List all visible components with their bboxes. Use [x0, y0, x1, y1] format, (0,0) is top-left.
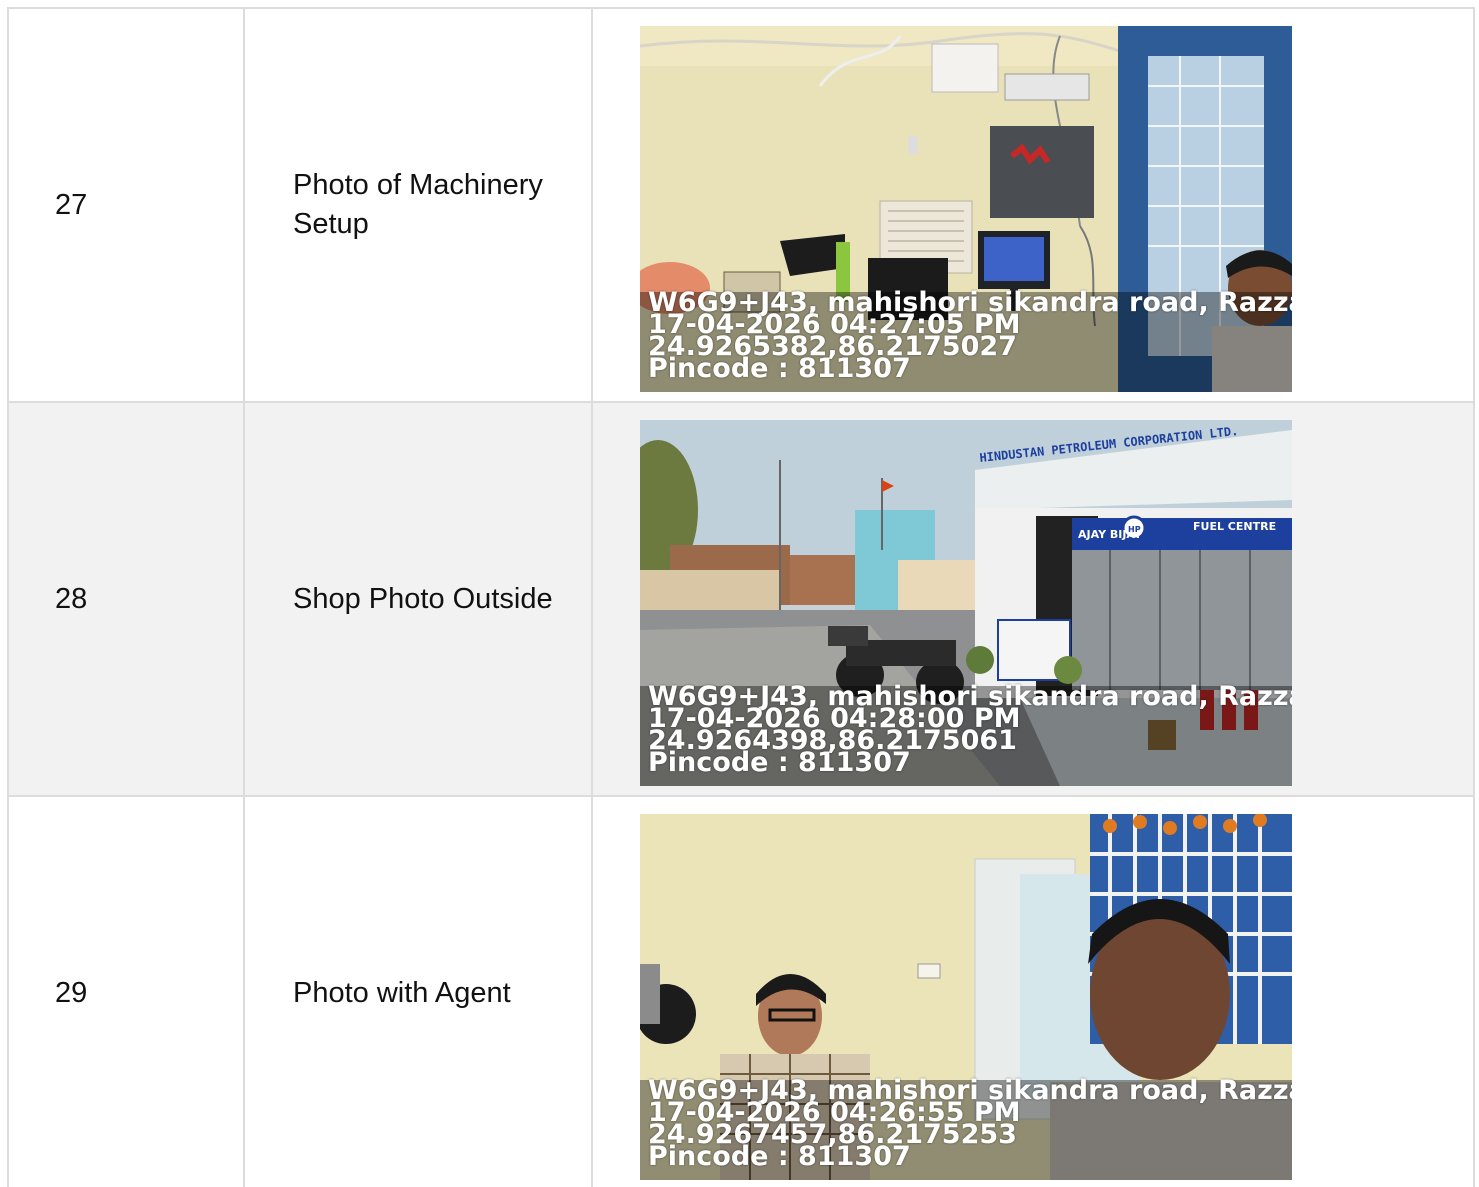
table-row: 28 Shop Photo Outside HINDUSTAN PETROLEU… [7, 401, 1475, 797]
agent-photo[interactable]: W6G9+J43, mahishori sikandra road, Razza… [640, 813, 1292, 1180]
row-number: 28 [7, 401, 245, 797]
table-row: 27 Photo of Machinery Setup W6G9+J43, ma… [7, 7, 1475, 403]
page: 27 Photo of Machinery Setup W6G9+J43, ma… [0, 0, 1479, 1187]
row-label: Photo with Agent [243, 795, 593, 1187]
row-number: 27 [7, 7, 245, 403]
row-number: 29 [7, 795, 245, 1187]
centre-sign: FUEL CENTRE [1193, 520, 1276, 533]
geo-stamp: W6G9+J43, mahishori sikandra road, Razza… [648, 683, 1292, 776]
geo-stamp: W6G9+J43, mahishori sikandra road, Razza… [648, 289, 1292, 382]
photo-cell: HINDUSTAN PETROLEUM CORPORATION LTD. AJA… [591, 401, 1475, 797]
photo-cell: W6G9+J43, mahishori sikandra road, Razza… [591, 7, 1475, 403]
row-label: Photo of Machinery Setup [243, 7, 593, 403]
brand-sign: HP [1128, 525, 1141, 534]
photo-cell: W6G9+J43, mahishori sikandra road, Razza… [591, 795, 1475, 1187]
shop-outside-photo[interactable]: HINDUSTAN PETROLEUM CORPORATION LTD. AJA… [640, 419, 1292, 786]
table-row: 29 Photo with Agent W6G9+J43, mahishori … [7, 795, 1475, 1187]
photo-records-table: 27 Photo of Machinery Setup W6G9+J43, ma… [7, 7, 1475, 1187]
geo-stamp: W6G9+J43, mahishori sikandra road, Razza… [648, 1077, 1292, 1170]
machinery-setup-photo[interactable]: W6G9+J43, mahishori sikandra road, Razza… [640, 25, 1292, 392]
row-label: Shop Photo Outside [243, 401, 593, 797]
